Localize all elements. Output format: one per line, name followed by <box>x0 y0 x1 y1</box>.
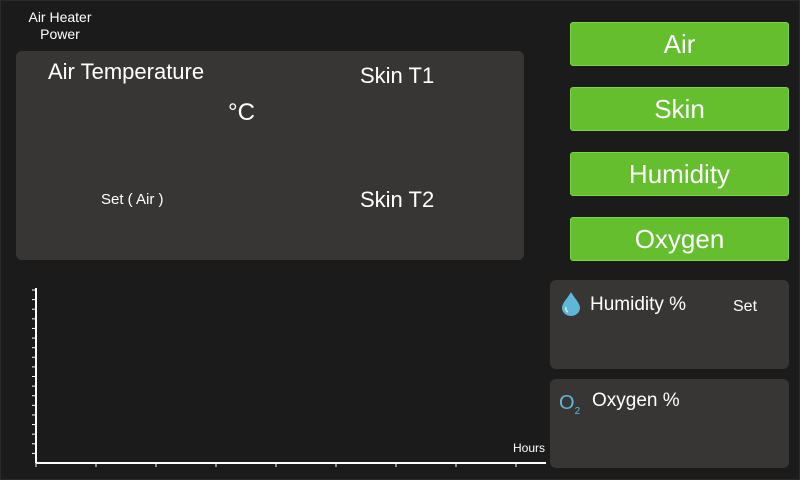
air-temperature-label: Air Temperature <box>48 59 205 84</box>
graph-x-axis-label: Hours <box>513 441 546 455</box>
skin-t1-label: Skin T1 <box>360 63 435 88</box>
trend-graph <box>32 288 546 467</box>
skin-t2-label: Skin T2 <box>360 187 435 212</box>
air-heater-power-label: Air Heater Power <box>18 9 102 43</box>
oxygen-icon: O2 <box>559 392 580 417</box>
temperature-unit: °C <box>228 99 255 126</box>
set-air-label: Set ( Air ) <box>101 191 164 208</box>
heater-label-line2: Power <box>40 26 80 42</box>
air-button[interactable]: Air <box>570 22 789 66</box>
oxygen-icon-subscript: 2 <box>574 406 581 417</box>
humidity-set-label: Set <box>733 298 758 315</box>
oxygen-panel[interactable]: O2 Oxygen % <box>550 379 789 468</box>
skin-button[interactable]: Skin <box>570 87 789 131</box>
heater-label-line1: Air Heater <box>28 9 92 25</box>
temperature-panel: Air Temperature Skin T1 °C Set ( Air ) S… <box>16 51 524 260</box>
oxygen-icon-letter: O <box>559 392 575 414</box>
humidity-percent-label: Humidity % <box>590 294 687 315</box>
oxygen-button[interactable]: Oxygen <box>570 217 789 261</box>
water-drop-icon <box>562 292 580 316</box>
humidity-button[interactable]: Humidity <box>570 152 789 196</box>
humidity-panel[interactable]: Humidity % Set <box>550 280 789 369</box>
oxygen-percent-label: Oxygen % <box>592 390 680 411</box>
